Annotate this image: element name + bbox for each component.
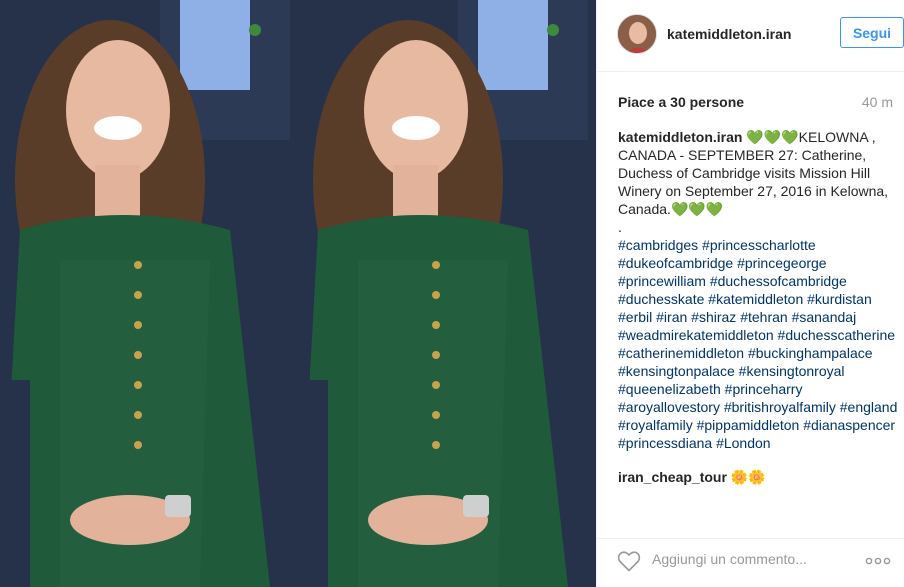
hashtag-link[interactable]: #queenelizabeth — [618, 381, 721, 397]
comments-list: katemiddleton.iran 💚💚💚KELOWNA , CANADA -… — [618, 128, 898, 486]
hashtag-link[interactable]: #sanandaj — [792, 309, 857, 325]
hashtag-link[interactable]: #princessdiana — [618, 435, 712, 451]
hashtag-link[interactable]: #england — [840, 399, 898, 415]
hashtag-link[interactable]: #aroyallovestory — [618, 399, 720, 415]
hashtag-link[interactable]: #duchesskate — [618, 291, 704, 307]
hashtag-link[interactable]: #buckinghampalace — [748, 345, 873, 361]
photo-left-half — [0, 0, 298, 587]
hashtag-link[interactable]: #weadmirekatemiddleton — [618, 327, 774, 343]
post-header: katemiddleton.iran Segui — [597, 0, 904, 72]
hashtag-link[interactable]: #duchesscatherine — [778, 327, 896, 343]
comment-text: 🌼🌼 — [726, 469, 766, 485]
post-time[interactable]: 40 m — [862, 94, 893, 110]
hashtag-link[interactable]: #iran — [656, 309, 687, 325]
photo-right-half — [298, 0, 596, 587]
post-sidebar: katemiddleton.iran Segui Piace a 30 pers… — [596, 0, 904, 587]
hashtag-link[interactable]: #tehran — [740, 309, 787, 325]
hashtag-link[interactable]: #catherinemiddleton — [618, 345, 744, 361]
hashtag-link[interactable]: #kensingtonroyal — [739, 363, 845, 379]
hashtag-link[interactable]: #dianaspencer — [803, 417, 895, 433]
photo-illustration-right — [298, 0, 596, 587]
hashtag-link[interactable]: #princegeorge — [737, 255, 827, 271]
hashtag-link[interactable]: #kurdistan — [807, 291, 872, 307]
caption-lead-emoji: 💚💚💚 — [746, 129, 799, 145]
hashtag-link[interactable]: #erbil — [618, 309, 652, 325]
likes-row: Piace a 30 persone 40 m — [597, 86, 904, 118]
hashtag-link[interactable]: #London — [716, 435, 771, 451]
caption-trail-emoji: 💚💚💚 — [670, 201, 724, 217]
hashtag-link[interactable]: #pippamiddleton — [697, 417, 800, 433]
follow-button[interactable]: Segui — [840, 17, 904, 48]
caption-hashtags: #cambridges #princesscharlotte #dukeofca… — [618, 236, 898, 452]
post-username[interactable]: katemiddleton.iran — [667, 26, 791, 42]
hashtag-link[interactable]: #shiraz — [691, 309, 736, 325]
hashtag-link[interactable]: #britishroyalfamily — [724, 399, 836, 415]
comment-username[interactable]: iran_cheap_tour — [618, 469, 727, 485]
hashtag-link[interactable]: #royalfamily — [618, 417, 693, 433]
post-caption: katemiddleton.iran 💚💚💚KELOWNA , CANADA -… — [618, 128, 898, 452]
more-options-icon[interactable] — [865, 557, 891, 565]
avatar-image — [618, 15, 656, 53]
add-comment-row: Aggiungi un commento... — [597, 538, 904, 587]
photo-illustration-left — [0, 0, 298, 587]
hashtag-link[interactable]: #duchessofcambridge — [710, 273, 847, 289]
avatar[interactable] — [617, 14, 657, 54]
post-photo[interactable] — [0, 0, 596, 587]
hashtag-link[interactable]: #princeharry — [725, 381, 803, 397]
caption-username[interactable]: katemiddleton.iran — [618, 129, 742, 145]
hashtag-link[interactable]: #cambridges — [618, 237, 698, 253]
hashtag-link[interactable]: #princesscharlotte — [702, 237, 816, 253]
hashtag-link[interactable]: #princewilliam — [618, 273, 706, 289]
caption-dot: . — [618, 219, 622, 235]
heart-outline-icon[interactable] — [617, 550, 641, 572]
comment-item: iran_cheap_tour 🌼🌼 — [618, 468, 898, 486]
hashtag-link[interactable]: #katemiddleton — [708, 291, 803, 307]
hashtag-link[interactable]: #kensingtonpalace — [618, 363, 735, 379]
add-comment-input[interactable]: Aggiungi un commento... — [652, 551, 807, 567]
likes-count[interactable]: Piace a 30 persone — [618, 94, 744, 110]
hashtag-link[interactable]: #dukeofcambridge — [618, 255, 733, 271]
